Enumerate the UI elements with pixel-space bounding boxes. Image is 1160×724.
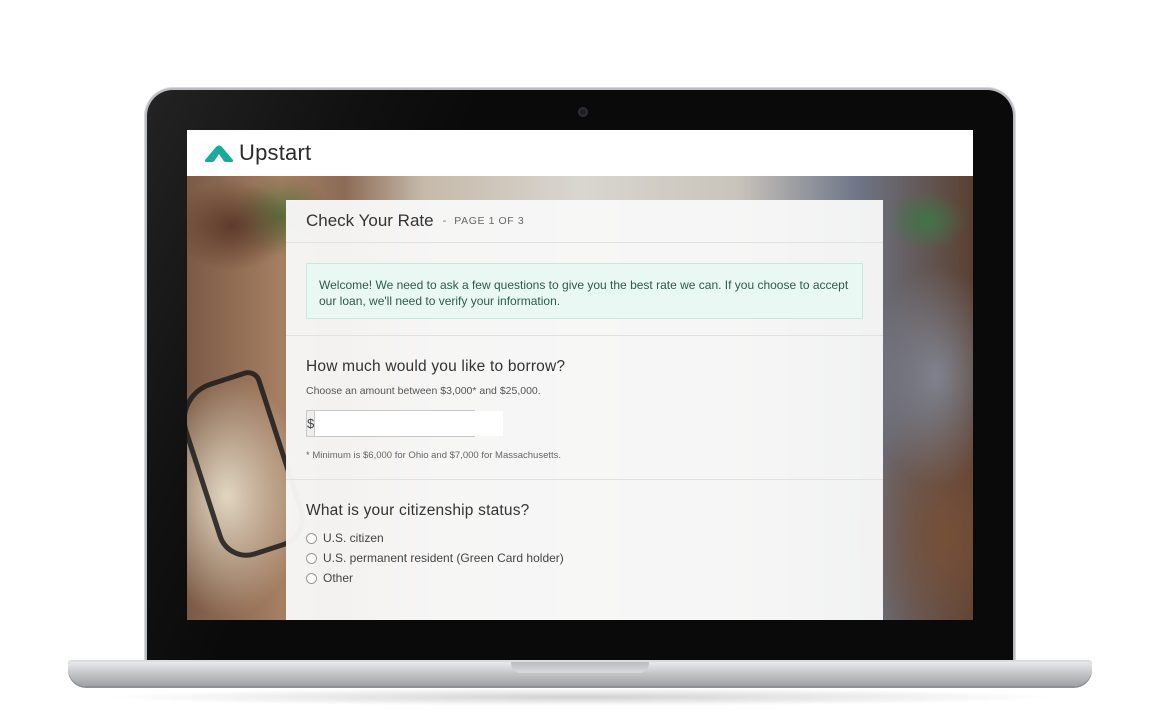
radio-button[interactable] bbox=[306, 532, 317, 544]
rate-form-card: Check Your Rate - PAGE 1 OF 3 Welcome! W… bbox=[286, 200, 883, 620]
radio-option-us-citizen[interactable]: U.S. citizen bbox=[306, 528, 863, 548]
radio-label: Other bbox=[323, 571, 354, 585]
borrow-amount-group: $ bbox=[306, 410, 504, 437]
form-title: Check Your Rate bbox=[306, 211, 434, 230]
camera-icon bbox=[578, 107, 588, 117]
brand-logo[interactable]: Upstart bbox=[203, 140, 311, 166]
laptop-mockup: Upstart Check Your Rate - PAGE 1 OF 3 We… bbox=[0, 0, 1160, 724]
laptop-shadow bbox=[100, 688, 1060, 706]
welcome-notice: Welcome! We need to ask a few questions … bbox=[306, 263, 863, 319]
title-separator: - bbox=[442, 215, 447, 227]
radio-button[interactable] bbox=[306, 552, 317, 564]
laptop-screen: Upstart Check Your Rate - PAGE 1 OF 3 We… bbox=[187, 130, 973, 620]
radio-option-other[interactable]: Other bbox=[306, 568, 863, 588]
laptop-notch bbox=[511, 662, 649, 673]
radio-button[interactable] bbox=[306, 572, 317, 584]
currency-addon: $ bbox=[307, 411, 316, 436]
radio-label: U.S. citizen bbox=[323, 531, 384, 545]
form-header: Check Your Rate - PAGE 1 OF 3 bbox=[286, 200, 883, 243]
citizenship-question: What is your citizenship status? bbox=[306, 502, 530, 519]
borrow-help-text: Choose an amount between $3,000* and $25… bbox=[306, 385, 541, 397]
borrow-question: How much would you like to borrow? bbox=[306, 358, 566, 375]
radio-label: U.S. permanent resident (Green Card hold… bbox=[323, 551, 564, 565]
borrow-footnote: * Minimum is $6,000 for Ohio and $7,000 … bbox=[306, 450, 562, 461]
brand-name: Upstart bbox=[239, 140, 312, 165]
citizenship-section: What is your citizenship status? U.S. ci… bbox=[286, 480, 883, 588]
page-indicator: PAGE 1 OF 3 bbox=[454, 215, 525, 227]
borrow-section: How much would you like to borrow? Choos… bbox=[286, 336, 883, 479]
borrow-amount-input[interactable] bbox=[315, 411, 504, 436]
app-header: Upstart bbox=[187, 130, 973, 176]
radio-option-permanent-resident[interactable]: U.S. permanent resident (Green Card hold… bbox=[306, 548, 863, 568]
upstart-logo-icon bbox=[204, 145, 234, 162]
